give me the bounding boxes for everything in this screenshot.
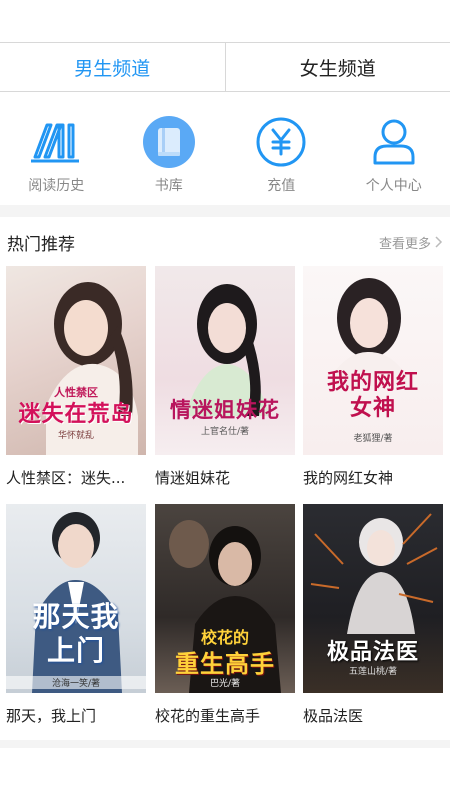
book-cover: 人性禁区 迷失在荒岛 华怀就乱 [6, 266, 146, 455]
book-cover: 极品法医 五莲山桃/著 [303, 504, 443, 693]
book-title: 人性禁区：迷失... [6, 469, 126, 487]
hot-recommend-header: 热门推荐 查看更多 [0, 222, 450, 262]
book-title: 那天，我上门 [6, 707, 97, 725]
tab-female-channel[interactable]: 女生频道 [226, 43, 450, 91]
cover-title: 极品法医 [326, 640, 419, 665]
book-title: 我的网红女神 [303, 469, 394, 487]
nav-label-reading-history: 阅读历史 [28, 178, 85, 194]
cover-title: 那天我上门 [32, 600, 120, 667]
cover-author: 沧海一笑/著 [6, 676, 146, 689]
nav-label-user-center: 个人中心 [365, 178, 422, 194]
nav-item-recharge[interactable]: 充值 [236, 93, 326, 195]
cover-title: 情迷姐妹花 [170, 398, 280, 422]
cover-title: 重生高手 [175, 650, 275, 678]
book-cover: 我的网红女神 老狐狸/著 [303, 266, 443, 455]
section-separator [0, 205, 450, 217]
cover-title: 迷失在荒岛 [18, 402, 134, 427]
nav-label-library: 书库 [154, 178, 183, 194]
book-card[interactable]: 极品法医 五莲山桃/著 极品法医 [303, 504, 443, 726]
user-profile-icon [367, 115, 421, 169]
book-title: 极品法医 [303, 707, 364, 725]
nav-item-library[interactable]: 书库 [124, 93, 214, 195]
chevron-right-icon [435, 236, 443, 248]
nav-label-recharge: 充值 [267, 178, 296, 194]
book-title: 情迷姐妹花 [155, 469, 231, 487]
book-card[interactable]: 我的网红女神 老狐狸/著 我的网红女神 [303, 266, 443, 488]
cover-author: 五莲山桃/著 [348, 667, 398, 677]
cover-title: 我的网红女神 [326, 370, 419, 421]
cover-author: 老狐狸/著 [353, 434, 393, 444]
book-cover: 情迷姐妹花 上官名仕/著 [155, 266, 295, 455]
cover-author: 华怀就乱 [57, 431, 94, 441]
recharge-yen-icon [254, 115, 308, 169]
cover-author: 上官名仕/著 [200, 427, 250, 437]
view-more-link[interactable]: 查看更多 [379, 233, 443, 252]
view-more-label: 查看更多 [378, 236, 431, 252]
book-cover: 那天我上门 沧海一笑/著 [6, 504, 146, 693]
channel-tabs: 男生频道 女生频道 [0, 42, 450, 92]
book-card[interactable]: 人性禁区 迷失在荒岛 华怀就乱 人性禁区：迷失... [6, 266, 146, 488]
quick-nav: 阅读历史 书库 充值 个人中心 [0, 93, 450, 205]
section-title: 热门推荐 [7, 234, 75, 255]
book-title: 校花的重生高手 [155, 707, 261, 725]
nav-item-user-center[interactable]: 个人中心 [349, 93, 439, 195]
book-card[interactable]: 校花的 重生高手 巴光/著 校花的重生高手 [155, 504, 295, 726]
library-icon [142, 115, 196, 169]
tab-male-channel[interactable]: 男生频道 [0, 43, 225, 91]
nav-item-reading-history[interactable]: 阅读历史 [11, 93, 101, 195]
book-card[interactable]: 那天我上门 沧海一笑/著 那天，我上门 [6, 504, 146, 726]
book-cover: 校花的 重生高手 巴光/著 [155, 504, 295, 693]
cover-author: 巴光/著 [209, 679, 241, 689]
bottom-separator [0, 740, 450, 748]
book-card[interactable]: 情迷姐妹花 上官名仕/著 情迷姐妹花 [155, 266, 295, 488]
reading-history-icon [29, 115, 83, 169]
